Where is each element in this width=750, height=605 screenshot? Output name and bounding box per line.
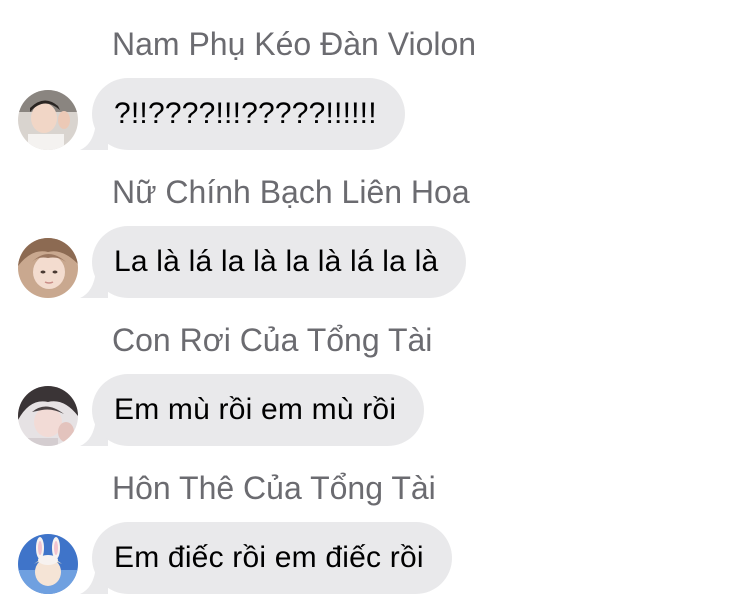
sender-name: Nữ Chính Bạch Liên Hoa [112,174,470,210]
avatar[interactable] [18,238,78,298]
message-bubble[interactable]: La là lá la là la là lá la là [92,226,467,298]
user-photo-icon [18,90,78,150]
user-photo-icon [18,386,78,446]
message-bubble[interactable]: Em điếc rồi em điếc rồi [92,522,452,594]
avatar[interactable] [18,534,78,594]
user-photo-icon [18,534,78,594]
message-text: Em mù rồi em mù rồi [114,393,397,426]
message-text: La là lá la là la là lá la là [114,245,439,278]
message-row: Nữ Chính Bạch Liên Hoa La là lá la là la… [0,152,750,300]
avatar[interactable] [18,386,78,446]
avatar[interactable] [18,90,78,150]
sender-name: Con Rơi Của Tổng Tài [112,322,433,358]
sender-name: Nam Phụ Kéo Đàn Violon [112,26,477,62]
sender-name: Hôn Thê Của Tổng Tài [112,470,436,506]
user-photo-icon [18,238,78,298]
message-bubble[interactable]: ?!!????!!!?????!!!!!! [92,78,405,150]
message-row: Con Rơi Của Tổng Tài Em mù rồi em mù rồi [0,300,750,448]
message-text: Em điếc rồi em điếc rồi [114,541,424,574]
message-bubble[interactable]: Em mù rồi em mù rồi [92,374,425,446]
message-text: ?!!????!!!?????!!!!!! [114,97,377,130]
message-row: Hôn Thê Của Tổng Tài Em điếc rồi em điếc… [0,448,750,596]
message-row: Nam Phụ Kéo Đàn Violon ?!!????!!!?????!!… [0,4,750,152]
